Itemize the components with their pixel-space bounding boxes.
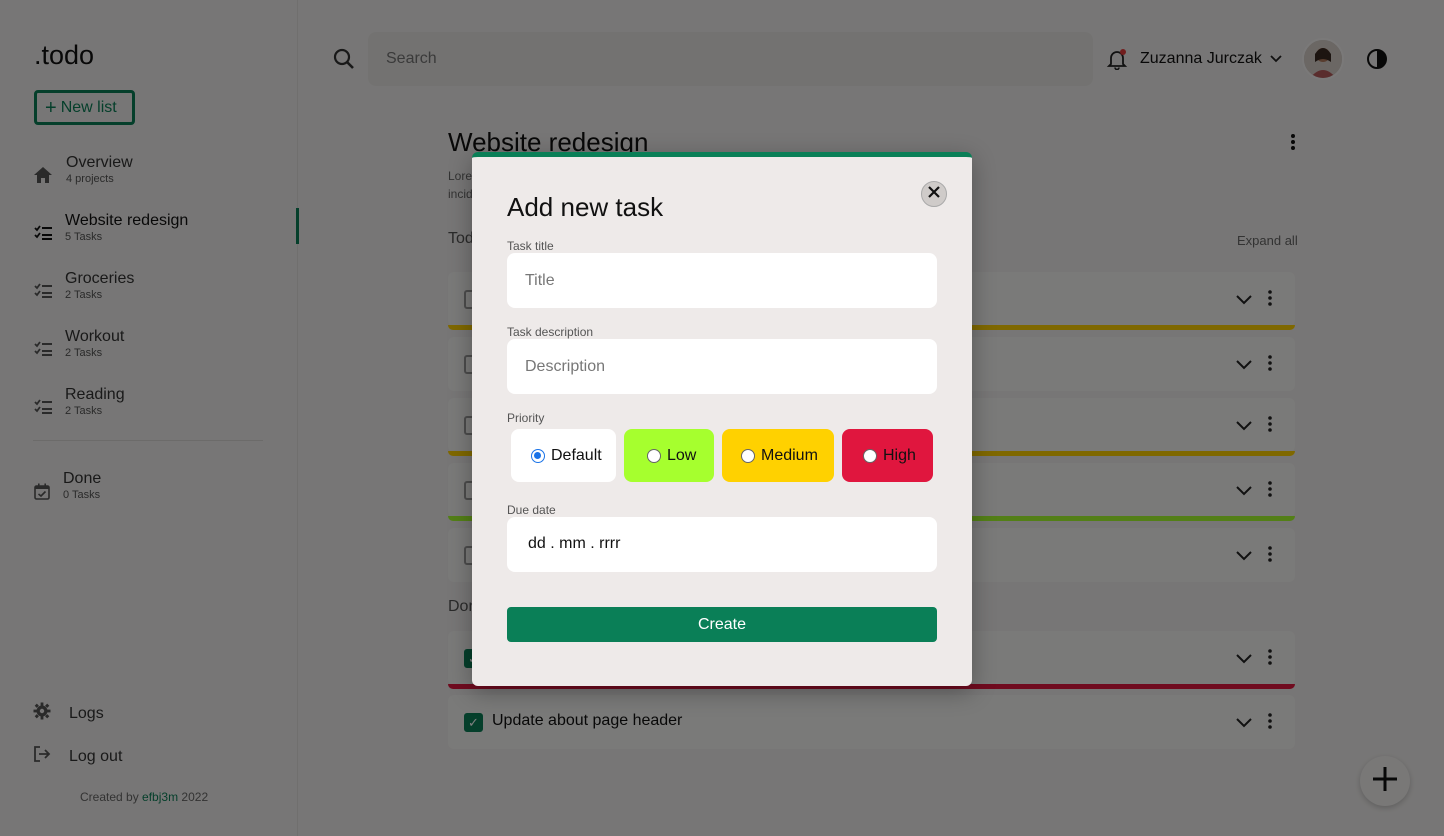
task-title-input[interactable] bbox=[507, 253, 937, 308]
priority-option-low[interactable]: Low bbox=[624, 429, 714, 482]
priority-option-label: Low bbox=[667, 446, 697, 464]
create-button[interactable]: Create bbox=[507, 607, 937, 642]
add-task-modal: Add new task Task title Task description… bbox=[472, 152, 972, 686]
due-date-label: Due date bbox=[507, 503, 556, 517]
priority-option-medium[interactable]: Medium bbox=[722, 429, 834, 482]
due-date-input[interactable]: dd . mm . rrrr bbox=[507, 517, 937, 572]
radio-selected[interactable] bbox=[531, 448, 545, 463]
close-icon bbox=[928, 185, 940, 203]
close-button[interactable] bbox=[921, 181, 947, 207]
task-title-label: Task title bbox=[507, 239, 554, 253]
radio-unselected[interactable] bbox=[741, 448, 755, 463]
radio-unselected[interactable] bbox=[863, 448, 877, 463]
priority-label: Priority bbox=[507, 411, 545, 425]
priority-option-default[interactable]: Default bbox=[511, 429, 616, 482]
task-description-input[interactable] bbox=[507, 339, 937, 394]
priority-option-label: Default bbox=[551, 446, 602, 464]
task-description-label: Task description bbox=[507, 325, 594, 339]
priority-option-high[interactable]: High bbox=[842, 429, 933, 482]
priority-option-label: High bbox=[883, 446, 916, 464]
priority-option-label: Medium bbox=[761, 446, 818, 464]
modal-title: Add new task bbox=[507, 192, 664, 222]
radio-unselected[interactable] bbox=[647, 448, 661, 463]
